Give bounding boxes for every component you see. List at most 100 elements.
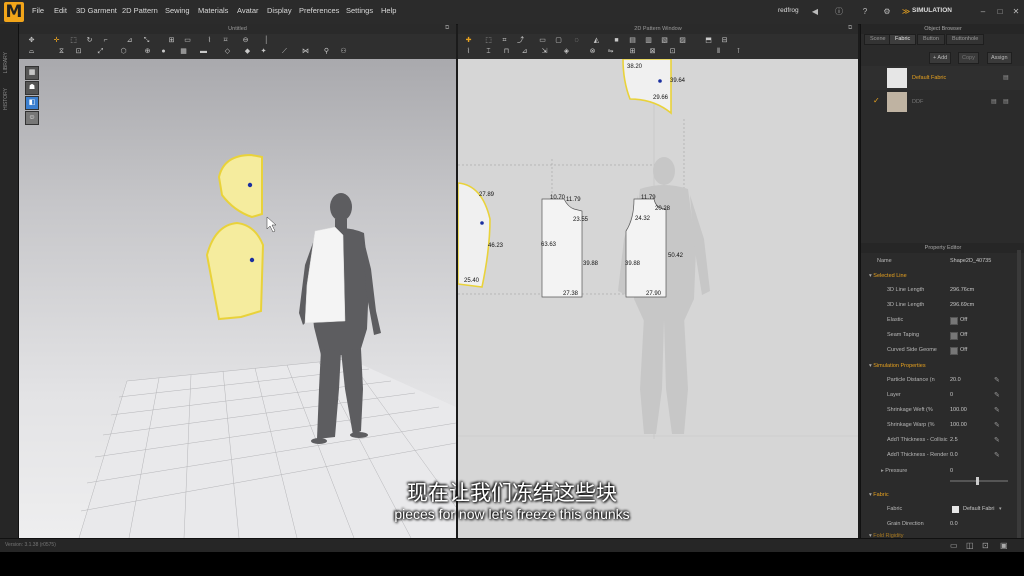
- dot-tool-icon[interactable]: ◆: [243, 48, 252, 56]
- bone-tool-icon[interactable]: ⟋: [280, 48, 289, 56]
- history-tab[interactable]: HISTORY: [3, 88, 9, 110]
- fabric-menu-icon[interactable]: ▤: [1003, 74, 1009, 81]
- quad-tool-icon[interactable]: ◇: [223, 48, 232, 56]
- curved-side-checkbox[interactable]: [950, 347, 958, 355]
- avatar-tool-icon[interactable]: ⌑: [221, 37, 230, 45]
- edit-icon[interactable]: ✎: [994, 403, 1000, 418]
- user-name[interactable]: redfrog: [778, 7, 799, 14]
- help-icon[interactable]: ?: [860, 7, 870, 17]
- line-tool-icon[interactable]: │: [262, 37, 271, 45]
- split-icon[interactable]: ⊠: [648, 48, 657, 56]
- tab-button[interactable]: Button: [917, 34, 945, 45]
- avatar-visibility-icon[interactable]: ☺: [25, 111, 39, 125]
- sphere-tool-icon[interactable]: ●: [159, 48, 168, 56]
- add-fabric-button[interactable]: + Add: [929, 52, 952, 64]
- curve-point-icon[interactable]: ⤴: [516, 37, 525, 45]
- prop-name-value[interactable]: Shape2D_40735: [950, 254, 991, 269]
- body-tool-icon[interactable]: ⚲: [322, 48, 331, 56]
- tab-fabric[interactable]: Fabric: [889, 34, 917, 45]
- prop-value[interactable]: 2.5: [950, 433, 958, 448]
- menu-settings[interactable]: Settings: [346, 6, 373, 15]
- simulation-mode-label[interactable]: SIMULATION: [912, 7, 952, 14]
- menu-2d-pattern[interactable]: 2D Pattern: [122, 6, 158, 15]
- offset-icon[interactable]: ⇲: [540, 48, 549, 56]
- edit-icon[interactable]: ✎: [994, 373, 1000, 388]
- tab-buttonhole[interactable]: Buttonhole: [946, 34, 985, 45]
- layer-tool-icon[interactable]: ▬: [199, 48, 208, 56]
- prop-value[interactable]: 20.0: [950, 373, 961, 388]
- measure-tool-icon[interactable]: ⊞: [167, 37, 176, 45]
- button-tool-icon[interactable]: ⊡: [74, 48, 83, 56]
- rectangle-icon[interactable]: ▢: [554, 37, 563, 45]
- prop-value[interactable]: 100.00: [950, 418, 967, 433]
- edit-icon[interactable]: ✎: [994, 433, 1000, 448]
- assign-fabric-button[interactable]: Assign: [987, 52, 1012, 64]
- elastic-checkbox[interactable]: [950, 317, 958, 325]
- dart-icon[interactable]: ◭: [592, 37, 601, 45]
- scale-tool-icon[interactable]: ⤢: [96, 48, 105, 56]
- fabric-list-item[interactable]: Default Fabric ▤: [861, 66, 1024, 90]
- fabric-list-item[interactable]: ✓ DDF ▤ ▤: [861, 90, 1024, 114]
- edit-icon[interactable]: ✎: [994, 448, 1000, 463]
- grain-icon[interactable]: ▨: [678, 37, 687, 45]
- settings-icon[interactable]: ⚙: [882, 7, 892, 17]
- menu-edit[interactable]: Edit: [54, 6, 67, 15]
- snap-tool-icon[interactable]: ⬡: [119, 48, 128, 56]
- menu-materials[interactable]: Materials: [198, 6, 228, 15]
- menu-preferences[interactable]: Preferences: [299, 6, 339, 15]
- copy-fabric-button[interactable]: Copy: [958, 52, 979, 64]
- menu-sewing[interactable]: Sewing: [165, 6, 190, 15]
- weld-icon[interactable]: ⊡: [668, 48, 677, 56]
- layout-split-icon[interactable]: ◫: [966, 541, 974, 550]
- edit-pattern-icon[interactable]: ✚: [464, 37, 473, 45]
- merge-icon[interactable]: ⊞: [628, 48, 637, 56]
- prop-value[interactable]: 100.00: [950, 403, 967, 418]
- menu-3d-garment[interactable]: 3D Garment: [76, 6, 117, 15]
- tack-tool-icon[interactable]: ⤡: [142, 37, 151, 45]
- menu-avatar[interactable]: Avatar: [237, 6, 259, 15]
- ellipse-icon[interactable]: ◌: [572, 37, 581, 45]
- menu-display[interactable]: Display: [267, 6, 292, 15]
- fold-tool-icon[interactable]: ⌐: [101, 37, 110, 45]
- texture-icon[interactable]: ▥: [644, 37, 653, 45]
- maximize-icon[interactable]: □: [995, 7, 1005, 17]
- cut-icon[interactable]: ▧: [660, 37, 669, 45]
- sew-tool-icon[interactable]: ⌇: [205, 37, 214, 45]
- viewport-2d[interactable]: 38.20 39.64 29.66 27.89 46.23 25.40 10.7…: [458, 59, 858, 538]
- prop-value[interactable]: 0.0: [950, 448, 958, 463]
- segment-sew-icon[interactable]: ⌇: [464, 48, 473, 56]
- panel-3d-expand-icon[interactable]: ⧉: [445, 25, 449, 32]
- free-sew-icon[interactable]: ⌶: [484, 48, 493, 56]
- zipper-tool-icon[interactable]: ⧖: [57, 48, 66, 56]
- move-tool-icon[interactable]: ✛: [52, 37, 61, 45]
- rotate-tool-icon[interactable]: ↻: [85, 37, 94, 45]
- trim-icon[interactable]: ⊗: [588, 48, 597, 56]
- speaker-icon[interactable]: ◀: [810, 7, 820, 17]
- ruler-icon[interactable]: ⦀: [714, 48, 723, 56]
- viewport-3d[interactable]: ▦ ☗ ◧ ☺: [19, 59, 456, 538]
- texture-tool-icon[interactable]: ⊖: [241, 37, 250, 45]
- edit-icon[interactable]: ✎: [994, 418, 1000, 433]
- polygon-icon[interactable]: ▭: [538, 37, 547, 45]
- section-selected-line[interactable]: ▾ Selected Line: [869, 273, 907, 279]
- layout-3d-icon[interactable]: ⊡: [982, 541, 989, 550]
- fabric-delete-icon[interactable]: ▤: [1003, 98, 1009, 105]
- trace-icon[interactable]: ⬒: [704, 37, 713, 45]
- avatar-display-icon[interactable]: ☗: [25, 81, 39, 95]
- layout-single-icon[interactable]: ▭: [950, 541, 958, 550]
- layout-2d-icon[interactable]: ▣: [1000, 541, 1008, 550]
- close-icon[interactable]: ✕: [1011, 7, 1021, 17]
- seam-taping-checkbox[interactable]: [950, 332, 958, 340]
- select-tool-icon[interactable]: ✥: [27, 37, 36, 45]
- fill-icon[interactable]: ▤: [628, 37, 637, 45]
- fabric-settings-icon[interactable]: ▤: [991, 98, 997, 105]
- info-icon[interactable]: ⓘ: [834, 7, 844, 17]
- pin-icon[interactable]: ⊿: [520, 48, 529, 56]
- notch-icon[interactable]: ◈: [562, 48, 571, 56]
- sparkle-tool-icon[interactable]: ✦: [259, 48, 268, 56]
- pin-tool-icon[interactable]: ⊿: [125, 37, 134, 45]
- menu-file[interactable]: File: [32, 6, 44, 15]
- minimize-icon[interactable]: –: [978, 7, 988, 17]
- grid-tool-icon[interactable]: ▦: [179, 48, 188, 56]
- color-icon[interactable]: ■: [612, 37, 621, 45]
